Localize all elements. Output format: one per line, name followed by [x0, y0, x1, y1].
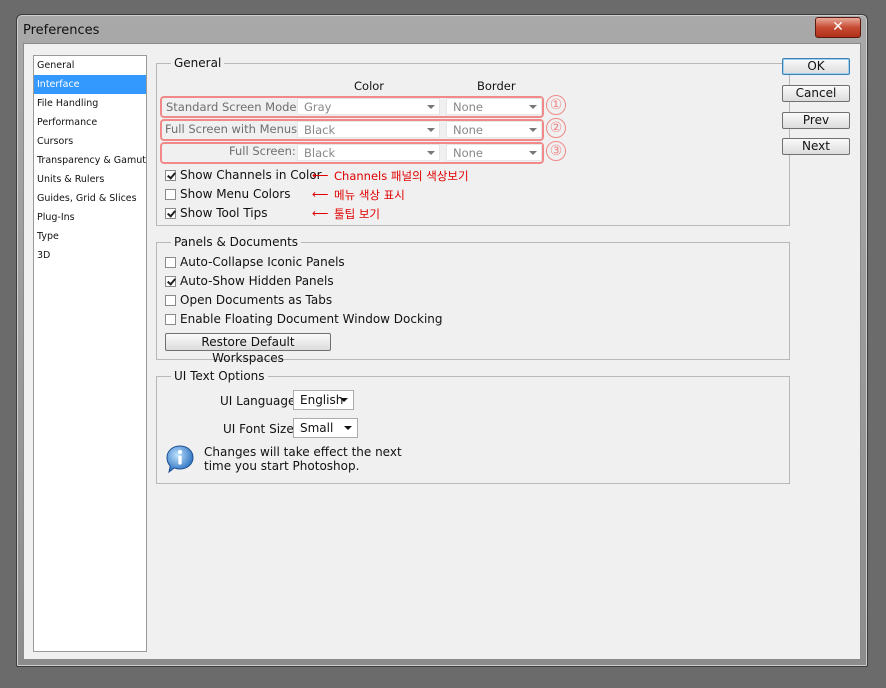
marker-2: ②	[546, 118, 566, 138]
marker-1: ①	[546, 95, 566, 115]
standard-screen-color-value: Gray	[304, 100, 332, 114]
standard-screen-border-select[interactable]: None	[446, 98, 542, 115]
ui-language-label: UI Language:	[220, 394, 300, 408]
show-tool-tips-checkbox[interactable]: Show Tool Tips	[165, 206, 267, 220]
chevron-down-icon	[427, 151, 435, 155]
sidebar-item-file-handling[interactable]: File Handling	[34, 94, 146, 113]
chevron-down-icon	[344, 426, 352, 430]
sidebar-item-guides-grid-slices[interactable]: Guides, Grid & Slices	[34, 189, 146, 208]
ui-language-select[interactable]: English	[293, 390, 354, 410]
window-title: Preferences	[23, 23, 100, 38]
annotation-arrow: ⟵	[312, 187, 329, 201]
category-list: General Interface File Handling Performa…	[33, 55, 147, 652]
auto-show-hidden-label: Auto-Show Hidden Panels	[180, 274, 334, 288]
full-screen-menus-label: Full Screen with Menus:	[165, 122, 302, 136]
checkbox-box[interactable]	[165, 188, 176, 200]
full-screen-label: Full Screen:	[229, 144, 296, 158]
chevron-down-icon	[529, 128, 537, 132]
general-legend: General	[171, 56, 225, 70]
sidebar-item-general[interactable]: General	[34, 56, 146, 75]
checkbox-box[interactable]	[165, 294, 176, 306]
checkbox-box[interactable]	[165, 275, 176, 287]
full-screen-menus-border-select[interactable]: None	[446, 121, 542, 138]
checkbox-box[interactable]	[165, 207, 176, 219]
sidebar-item-transparency-gamut[interactable]: Transparency & Gamut	[34, 151, 146, 170]
checkbox-box[interactable]	[165, 256, 176, 268]
full-screen-color-value: Black	[304, 146, 336, 160]
full-screen-border-value: None	[453, 146, 484, 160]
show-menu-colors-label: Show Menu Colors	[180, 187, 291, 201]
full-screen-border-select[interactable]: None	[446, 144, 542, 161]
sidebar-item-cursors[interactable]: Cursors	[34, 132, 146, 151]
title-bar[interactable]: Preferences ✕	[17, 15, 867, 43]
color-column-header: Color	[354, 79, 385, 93]
ui-font-size-label: UI Font Size:	[223, 422, 298, 436]
sidebar-item-performance[interactable]: Performance	[34, 113, 146, 132]
auto-collapse-checkbox[interactable]: Auto-Collapse Iconic Panels	[165, 255, 345, 269]
ui-language-value: English	[300, 393, 344, 407]
sidebar-item-interface[interactable]: Interface	[34, 75, 146, 94]
marker-3: ③	[546, 141, 566, 161]
annotation-arrow: ⟵	[312, 206, 329, 220]
sidebar-item-type[interactable]: Type	[34, 227, 146, 246]
full-screen-menus-border-value: None	[453, 123, 484, 137]
floating-docking-label: Enable Floating Document Window Docking	[180, 312, 443, 326]
sidebar-item-units-rulers[interactable]: Units & Rulers	[34, 170, 146, 189]
ui-font-size-select[interactable]: Small	[293, 418, 358, 438]
ok-button[interactable]: OK	[782, 58, 850, 75]
annotation-channels: Channels 패널의 색상보기	[334, 169, 469, 183]
open-docs-as-tabs-checkbox[interactable]: Open Documents as Tabs	[165, 293, 332, 307]
info-icon	[166, 445, 194, 474]
chevron-down-icon	[427, 128, 435, 132]
ui-text-legend: UI Text Options	[171, 369, 268, 383]
standard-screen-border-value: None	[453, 100, 484, 114]
sidebar-item-plug-ins[interactable]: Plug-Ins	[34, 208, 146, 227]
full-screen-menus-color-select[interactable]: Black	[297, 121, 440, 138]
panels-legend: Panels & Documents	[171, 235, 302, 249]
auto-show-hidden-checkbox[interactable]: Auto-Show Hidden Panels	[165, 274, 334, 288]
chevron-down-icon	[529, 105, 537, 109]
preferences-window: Preferences ✕ General Interface File Han…	[16, 14, 868, 667]
restart-notice: Changes will take effect the next time y…	[204, 445, 402, 473]
next-button[interactable]: Next	[782, 138, 850, 155]
annotation-arrow: ⟵	[312, 168, 329, 182]
auto-collapse-label: Auto-Collapse Iconic Panels	[180, 255, 345, 269]
full-screen-menus-color-value: Black	[304, 123, 336, 137]
prev-button[interactable]: Prev	[782, 112, 850, 129]
standard-screen-color-select[interactable]: Gray	[297, 98, 440, 115]
border-column-header: Border	[477, 79, 516, 93]
show-channels-label: Show Channels in Color	[180, 168, 322, 182]
annotation-menu-colors: 메뉴 색상 표시	[334, 188, 405, 202]
show-channels-in-color-checkbox[interactable]: Show Channels in Color	[165, 168, 322, 182]
dialog-body: General Interface File Handling Performa…	[23, 43, 861, 660]
cancel-button[interactable]: Cancel	[782, 85, 850, 102]
chevron-down-icon	[427, 105, 435, 109]
close-button[interactable]: ✕	[815, 17, 861, 38]
checkbox-box[interactable]	[165, 313, 176, 325]
chevron-down-icon	[340, 398, 348, 402]
restore-default-workspaces-button[interactable]: Restore Default Workspaces	[165, 333, 331, 365]
sidebar-item-3d[interactable]: 3D	[34, 246, 146, 265]
full-screen-color-select[interactable]: Black	[297, 144, 440, 161]
open-docs-as-tabs-label: Open Documents as Tabs	[180, 293, 333, 307]
standard-screen-mode-label: Standard Screen Mode:	[166, 100, 301, 114]
ui-font-size-value: Small	[300, 421, 334, 435]
chevron-down-icon	[529, 151, 537, 155]
checkbox-box[interactable]	[165, 169, 176, 181]
show-menu-colors-checkbox[interactable]: Show Menu Colors	[165, 187, 291, 201]
floating-docking-checkbox[interactable]: Enable Floating Document Window Docking	[165, 312, 443, 326]
annotation-tool-tips: 툴팁 보기	[334, 207, 380, 221]
show-tool-tips-label: Show Tool Tips	[180, 206, 268, 220]
